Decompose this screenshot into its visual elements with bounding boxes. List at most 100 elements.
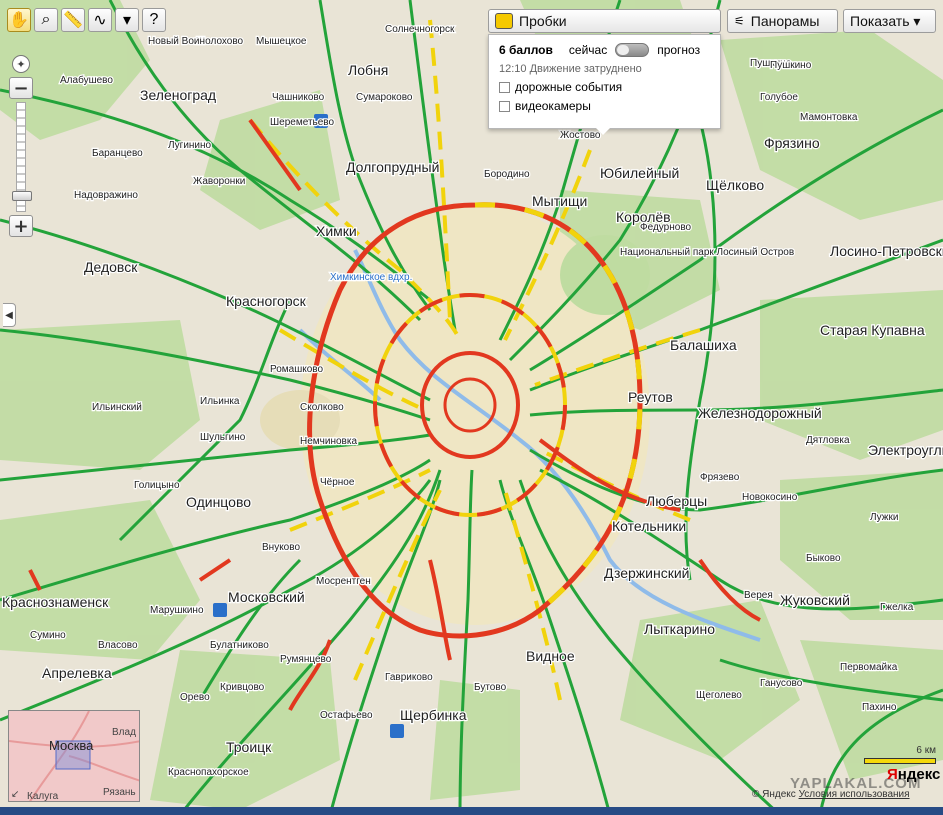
traffic-panel: 6 баллов сейчас прогноз 12:10 Движение з…	[488, 34, 721, 129]
info-tool-icon[interactable]: ?	[142, 8, 166, 32]
panoramas-button[interactable]: ⚟ Панорамы	[727, 9, 838, 33]
place-label: Лобня	[348, 62, 388, 78]
hand-tool-icon[interactable]: ✋	[7, 8, 31, 32]
place-label: Надовражино	[74, 190, 138, 201]
place-label: Долгопрудный	[346, 159, 439, 175]
place-label: Мамонтовка	[800, 112, 858, 123]
place-label: Лыткарино	[644, 621, 715, 637]
traffic-button-label: Пробки	[519, 13, 567, 29]
place-label: Верея	[744, 590, 773, 601]
place-label: Фрязево	[700, 472, 740, 483]
place-label: Лужки	[870, 512, 898, 523]
copyright-text: © Яндекс	[752, 789, 796, 800]
road-events-checkbox[interactable]: дорожные события	[499, 80, 710, 94]
place-label: Одинцово	[186, 494, 251, 510]
magnifier-tool-icon[interactable]: ⌕	[34, 8, 58, 32]
place-label: Гжелка	[880, 602, 914, 613]
place-label: Жуковский	[780, 592, 850, 608]
map-canvas[interactable]: СолнечногорскШолоховоНовый Воин МышецкоеЛ…	[0, 0, 943, 815]
ruler-tool-icon[interactable]: 📏	[61, 8, 85, 32]
place-label: Сумароково	[356, 92, 413, 103]
traffic-score: 6 баллов	[499, 43, 553, 57]
place-label: Краснопахорское	[168, 767, 249, 778]
now-forecast-toggle[interactable]	[615, 43, 650, 57]
place-label: Пушкино	[770, 60, 812, 71]
traffic-status: 12:10 Движение затруднено	[499, 63, 642, 75]
place-label: Баранцево	[92, 148, 143, 159]
place-label: Юбилейный	[600, 165, 679, 181]
now-label[interactable]: сейчас	[569, 43, 607, 57]
place-label: Орево	[180, 692, 210, 703]
checkbox-icon[interactable]	[499, 100, 510, 112]
cameras-checkbox[interactable]: видеокамеры	[499, 99, 710, 113]
place-label: Химки	[316, 223, 357, 239]
place-label: Ильинский	[92, 402, 142, 413]
show-label: Показать ▾	[850, 12, 921, 29]
place-label: Мосрентген	[316, 576, 371, 587]
cameras-label[interactable]: видеокамеры	[515, 99, 591, 113]
panel-pointer	[596, 128, 610, 135]
map-toolbar: ✋ ⌕ 📏 ∿ ▾ ?	[7, 8, 166, 32]
overview-minimap[interactable]: Москва Влад Рязань Калуга ↙	[8, 710, 140, 802]
zoom-slider[interactable]	[12, 102, 32, 212]
minimap-place-label: Влад	[112, 727, 136, 738]
road-events-label[interactable]: дорожные события	[515, 80, 622, 94]
route-tool-icon[interactable]: ∿	[88, 8, 112, 32]
place-label: Пахино	[862, 702, 897, 713]
place-label: Щеголево	[696, 690, 742, 701]
print-tool-icon[interactable]: ▾	[115, 8, 139, 32]
place-label: Дедовск	[84, 259, 138, 275]
place-label: Ильинка	[200, 396, 240, 407]
place-label: Химкинское вдхр.	[330, 272, 412, 283]
place-label: Ганусово	[760, 678, 803, 689]
place-label: Быково	[806, 553, 841, 564]
place-label: Видное	[526, 648, 575, 664]
compass-icon[interactable]: ✦	[12, 55, 30, 73]
place-label: Лугинино	[168, 140, 212, 151]
zoom-slider-handle[interactable]	[12, 191, 32, 201]
yandex-logo: Яндекс	[887, 766, 940, 783]
panoramas-label: Панорамы	[750, 13, 820, 29]
place-label: Сумино	[30, 630, 66, 641]
show-layers-button[interactable]: Показать ▾	[843, 9, 936, 33]
place-label: Голицыно	[134, 480, 180, 491]
zoom-out-button[interactable]: −	[9, 77, 33, 99]
place-label: Шульгино	[200, 432, 246, 443]
place-label: Реутов	[628, 389, 673, 405]
zoom-in-button[interactable]: +	[9, 215, 33, 237]
place-label: Апрелевка	[42, 665, 112, 681]
place-label: Московский	[228, 589, 305, 605]
scale-bar: 6 км	[864, 745, 936, 764]
place-label: Щербинка	[400, 707, 467, 723]
place-label: Зеленоград	[140, 87, 216, 103]
place-label: Голубое	[760, 91, 798, 103]
place-label: Котельники	[612, 518, 686, 534]
place-label: Мышецкое	[256, 36, 307, 47]
place-label: Чашниково	[272, 92, 325, 103]
place-label: Щёлково	[706, 177, 764, 193]
place-label: Первомайка	[840, 662, 898, 673]
minimap-collapse-icon[interactable]: ↙	[11, 789, 19, 800]
place-label: Лосино-Петровский	[830, 243, 943, 259]
place-label: Немчиновка	[300, 436, 357, 447]
place-label: Дзержинский	[604, 565, 689, 581]
place-label: Люберцы	[646, 493, 707, 509]
logo-rest: ндекс	[897, 766, 941, 783]
logo-letter: Я	[887, 766, 898, 783]
place-label: Гавриково	[385, 672, 433, 683]
place-label: Бутово	[474, 682, 507, 693]
terms-link[interactable]: Условия использования	[799, 789, 910, 800]
minimap-place-label: Калуга	[27, 791, 59, 802]
place-label: Мытищи	[532, 193, 587, 209]
minimap-city-label: Москва	[49, 738, 94, 753]
place-label: Красногорск	[226, 293, 307, 309]
place-label: Старая Купавна	[820, 322, 925, 338]
place-label: Бородино	[484, 169, 530, 180]
checkbox-icon[interactable]	[499, 81, 510, 93]
traffic-button[interactable]: Пробки	[488, 9, 721, 33]
side-panel-toggle[interactable]: ◀	[3, 303, 16, 327]
forecast-label[interactable]: прогноз	[657, 43, 700, 57]
place-label: Внуково	[262, 542, 300, 553]
scale-line	[864, 758, 936, 764]
minimap-place-label: Рязань	[103, 787, 136, 798]
